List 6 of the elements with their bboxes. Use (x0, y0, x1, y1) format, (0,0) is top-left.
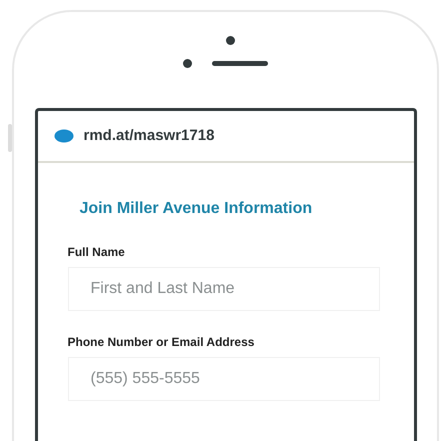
field-label: Full Name (68, 244, 126, 261)
input-field[interactable]: (555) 555-5555 (68, 357, 380, 401)
input-field[interactable]: First and Last Name (68, 267, 380, 311)
url-text[interactable]: rmd.at/maswr1718 (84, 124, 214, 148)
form-title: Join Miller Avenue Information (78, 199, 314, 219)
field-label: Phone Number or Email Address (68, 334, 256, 351)
